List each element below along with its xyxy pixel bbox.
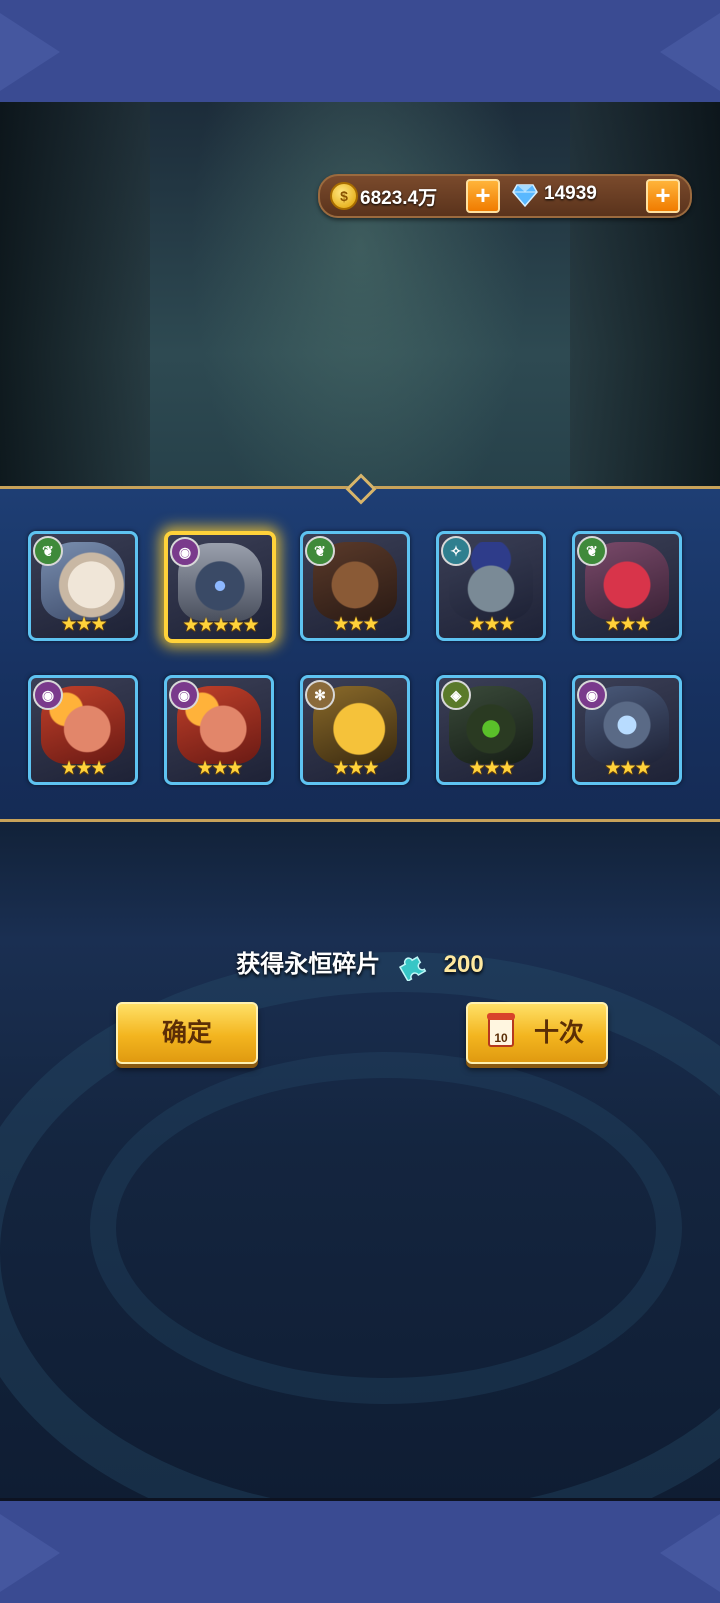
star-rating: ★★★ <box>604 758 651 779</box>
hero-card[interactable]: ◉ ★★★ <box>164 675 274 785</box>
hero-card[interactable]: ✧ ★★★ <box>436 531 546 641</box>
currency-bar: $ 6823.4万 + 14939 + <box>318 174 692 218</box>
ten-pull-label: 十次 <box>534 1019 585 1047</box>
dark-element-icon: ◉ <box>170 537 200 567</box>
star-rating: ★★★ <box>468 758 515 779</box>
puzzle-piece-icon <box>398 955 427 981</box>
nature-element-icon: ❦ <box>305 536 335 566</box>
confirm-button-label: 确定 <box>161 1019 212 1047</box>
add-gold-button[interactable]: + <box>466 179 500 213</box>
summon-results-panel: ❦ ★★★ ◉ ★★★★★ ❦ ★★★ ✧ ★★★ ❦ ★★★ ◉ ★★★ ◉ ★★★ ✻ ★★★ ◈ ★★★ ◉ ★… <box>0 473 720 822</box>
gold-coin-icon: $ <box>330 182 358 210</box>
bottom-banner <box>0 1498 720 1603</box>
star-rating: ★★★ <box>332 758 379 779</box>
earth-element-icon: ◈ <box>441 680 471 710</box>
star-rating: ★★★ <box>196 758 243 779</box>
ten-pull-button[interactable]: 10 十次 <box>466 1002 608 1064</box>
star-rating: ★★★ <box>60 614 107 635</box>
star-rating: ★★★ <box>468 614 515 635</box>
hero-card[interactable]: ❦ ★★★ <box>572 531 682 641</box>
hero-card[interactable]: ◈ ★★★ <box>436 675 546 785</box>
hero-card[interactable]: ✻ ★★★ <box>300 675 410 785</box>
top-banner <box>0 0 720 105</box>
chevron-right-decoration <box>660 1501 720 1603</box>
star-rating: ★★★ <box>332 614 379 635</box>
light-element-icon: ✻ <box>305 680 335 710</box>
dark-element-icon: ◉ <box>33 680 63 710</box>
nature-element-icon: ❦ <box>577 536 607 566</box>
chevron-left-decoration <box>0 1501 60 1603</box>
dark-element-icon: ◉ <box>577 680 607 710</box>
confirm-button[interactable]: 确定 <box>116 1002 258 1064</box>
summon-scroll-icon: 10 <box>487 1013 515 1047</box>
chevron-right-decoration <box>660 0 720 102</box>
dark-element-icon: ◉ <box>169 680 199 710</box>
hero-card[interactable]: ◉ ★★★★★ <box>164 531 276 643</box>
floor-summon-circle-inner <box>90 1052 682 1404</box>
star-rating: ★★★★★ <box>182 615 259 636</box>
diamond-icon <box>512 184 538 208</box>
water-element-icon: ✧ <box>441 536 471 566</box>
gold-amount: 6823.4万 <box>360 188 438 209</box>
hero-card[interactable]: ◉ ★★★ <box>572 675 682 785</box>
gem-amount: 14939 <box>544 183 597 204</box>
hero-card[interactable]: ❦ ★★★ <box>300 531 410 641</box>
add-gems-button[interactable]: + <box>646 179 680 213</box>
star-rating: ★★★ <box>604 614 651 635</box>
reward-line: 获得永恒碎片 200 <box>0 944 720 981</box>
hero-card[interactable]: ◉ ★★★ <box>28 675 138 785</box>
hero-card[interactable]: ❦ ★★★ <box>28 531 138 641</box>
chevron-left-decoration <box>0 0 60 102</box>
star-rating: ★★★ <box>60 758 107 779</box>
reward-label: 获得永恒碎片 <box>236 951 381 978</box>
reward-amount: 200 <box>443 951 484 978</box>
ticket-count: 10 <box>494 1031 508 1045</box>
nature-element-icon: ❦ <box>33 536 63 566</box>
